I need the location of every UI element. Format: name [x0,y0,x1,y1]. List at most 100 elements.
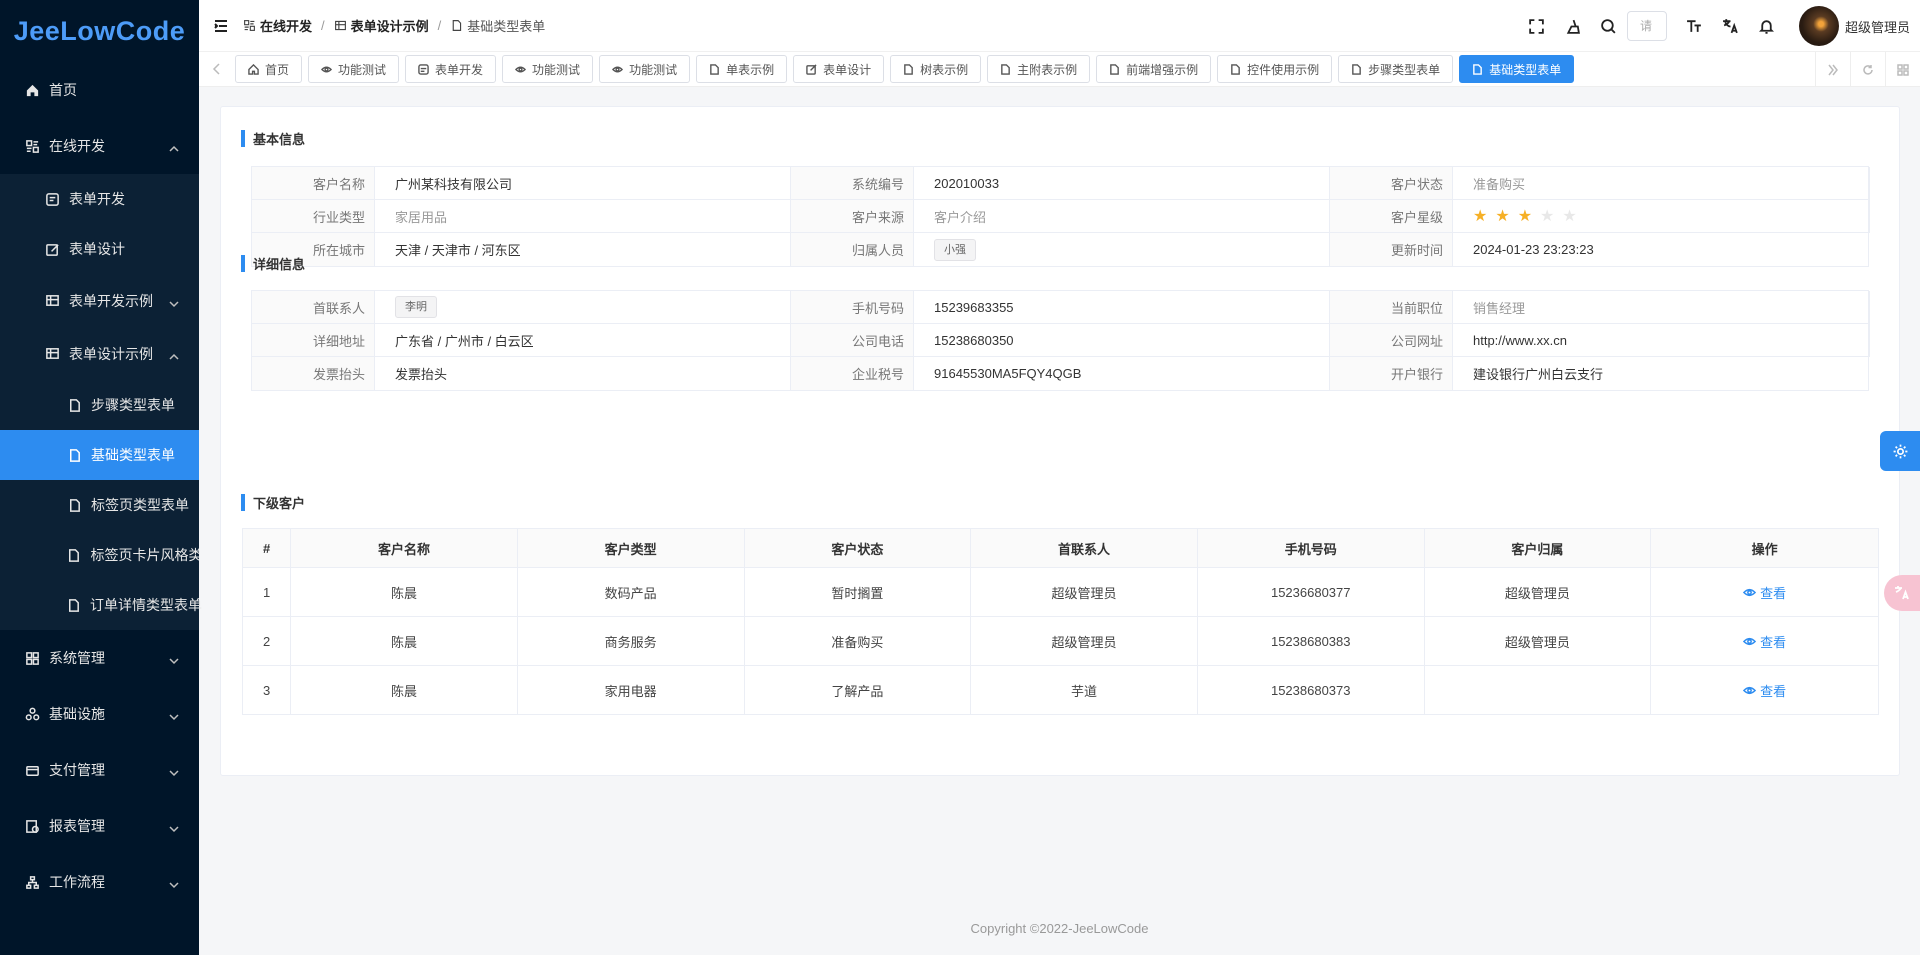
breadcrumb-item[interactable]: 在线开发 [243,16,312,35]
tabs-scroll-right-icon[interactable] [1815,52,1850,87]
sidebar: JeeLowCode 首页 在线开发 表单开发 表单设计 表单开发示例 表单设计… [0,0,202,955]
view-link[interactable]: 查看 [1743,681,1786,700]
sidebar-item-workflow[interactable]: 工作流程 [0,854,199,910]
search-input[interactable]: 请 [1626,11,1667,41]
tab-item[interactable]: 表单开发 [405,55,497,83]
chevron-down-icon [169,296,179,307]
sidebar-item-home[interactable]: 首页 [0,62,199,118]
sidebar-item-payment[interactable]: 支付管理 [0,742,199,798]
font-size-icon[interactable] [1677,0,1713,52]
fullscreen-icon[interactable] [1519,0,1555,52]
doc-icon [66,497,82,513]
eye-icon [321,64,338,75]
website-value: http://www.xx.cn [1453,324,1870,357]
sidebar-item-tab-form[interactable]: 标签页类型表单 [0,480,199,530]
table-cell: 暂时搁置 [743,567,972,617]
menu-toggle-icon[interactable] [199,0,243,52]
tab-item[interactable]: 主附表示例 [987,55,1091,83]
doc-icon [709,63,726,75]
translate-float-button[interactable] [1884,575,1920,611]
dev-icon [24,138,40,154]
industry-value: 家居用品 [375,200,791,233]
table-header-row: # 客户名称 客户类型 客户状态 首联系人 手机号码 客户归属 操作 [241,528,1879,568]
table-header-cell: 客户名称 [290,528,518,568]
table-header-cell: 首联系人 [970,528,1198,568]
table-cell: 数码产品 [516,567,745,617]
tab-item[interactable]: 基础类型表单 [1459,55,1575,83]
username[interactable]: 超级管理员 [1845,17,1910,36]
refresh-icon[interactable] [1850,52,1885,87]
avatar[interactable] [1798,6,1839,46]
sidebar-item-label: 在线开发 [49,138,105,154]
tab-item[interactable]: 树表示例 [890,55,982,83]
sidebar-item-form-design-examples[interactable]: 表单设计示例 [0,327,199,380]
table-cell [1423,665,1652,715]
contact-value: 李明 [375,291,791,324]
tabs-menu-icon[interactable] [1885,52,1920,87]
address-value: 广东省 / 广州市 / 白云区 [375,324,791,357]
table-body: 1 陈晨 数码产品 暂时搁置 超级管理员 15236680377 超级管理员 查看 2 陈晨 商务服… [241,567,1879,715]
table-cell: 查看 [1650,616,1879,666]
sidebar-item-form-dev-examples[interactable]: 表单开发示例 [0,274,199,327]
sidebar-item-step-form[interactable]: 步骤类型表单 [0,380,199,430]
table-row: 1 陈晨 数码产品 暂时搁置 超级管理员 15236680377 超级管理员 查看 [241,567,1879,617]
tabs-scroll-left-icon[interactable] [199,52,235,87]
table-header-cell: 手机号码 [1196,528,1425,568]
table-cell: 陈晨 [290,665,518,715]
search-icon[interactable] [1591,0,1627,52]
tab-item[interactable]: 控件使用示例 [1217,55,1333,83]
tab-item[interactable]: 单表示例 [696,55,788,83]
bank-value: 建设银行广州白云支行 [1473,367,1604,382]
detail-info-grid: 首联系人 李明 手机号码 15239683355 当前职位 销售经理 详细地址 … [251,290,1870,391]
table-cell: 了解产品 [743,665,972,715]
tab-item[interactable]: 前端增强示例 [1096,55,1212,83]
sidebar-item-system[interactable]: 系统管理 [0,630,199,686]
doc-icon [1230,63,1247,75]
breadcrumb-item[interactable]: 表单设计示例 [334,16,429,35]
tab-item[interactable]: 步骤类型表单 [1338,55,1454,83]
translate-icon[interactable] [1713,0,1749,52]
dev-icon [244,20,255,31]
table-cell: 商务服务 [516,616,745,666]
tab-item[interactable]: 首页 [235,55,303,83]
table-cell: 查看 [1650,665,1879,715]
tab-item[interactable]: 功能测试 [308,55,400,83]
sidebar-item-order-detail-form[interactable]: 订单详情类型表单 [0,580,202,630]
chevron-down-icon [169,653,179,665]
view-link[interactable]: 查看 [1743,632,1786,651]
sidebar-item-report[interactable]: 报表管理 [0,798,199,854]
tab-label: 步骤类型表单 [1368,62,1441,77]
star-icon: ★ [1562,208,1577,225]
table-header-cell: 客户状态 [743,528,972,568]
sidebar-item-tab-card-form[interactable]: 标签页卡片风格类 [0,530,199,580]
field-label: 手机号码 [791,291,914,324]
footer-copyright: Copyright ©2022-JeeLowCode [970,921,1149,936]
sidebar-item-form-dev[interactable]: 表单开发 [0,174,199,224]
tab-item[interactable]: 功能测试 [599,55,691,83]
content-card: 基本信息 客户名称 广州某科技有限公司 系统编号 202010033 客户状态 … [220,106,1900,776]
sidebar-item-infra[interactable]: 基础设施 [0,686,199,742]
breadcrumb-label: 表单设计示例 [350,19,429,34]
table-header-cell: # [241,528,292,568]
sidebar-item-basic-form[interactable]: 基础类型表单 [0,430,199,480]
tab-label: 表单开发 [435,62,484,77]
table-cell: 准备购买 [743,616,972,666]
clear-cache-icon[interactable] [1555,0,1591,52]
view-link[interactable]: 查看 [1743,583,1786,602]
eye-icon [515,64,532,75]
flow-icon [24,874,40,890]
bell-icon[interactable] [1749,0,1785,52]
table-row: 3 陈晨 家用电器 了解产品 芋道 15238680373 查看 [241,665,1879,715]
doc-icon [66,547,82,563]
sidebar-item-form-design[interactable]: 表单设计 [0,224,199,274]
sidebar-item-label: 报表管理 [49,818,105,834]
table-header-cell: 客户归属 [1423,528,1652,568]
table-icon [44,293,60,309]
doc-icon [1472,63,1489,75]
sidebar-item-online-dev[interactable]: 在线开发 [0,118,199,174]
tab-item[interactable]: 功能测试 [502,55,594,83]
star-icon: ★ [1495,208,1510,225]
tab-item[interactable]: 表单设计 [793,55,885,83]
update-time-value: 2024-01-23 23:23:23 [1473,242,1594,257]
settings-float-button[interactable] [1880,431,1920,471]
